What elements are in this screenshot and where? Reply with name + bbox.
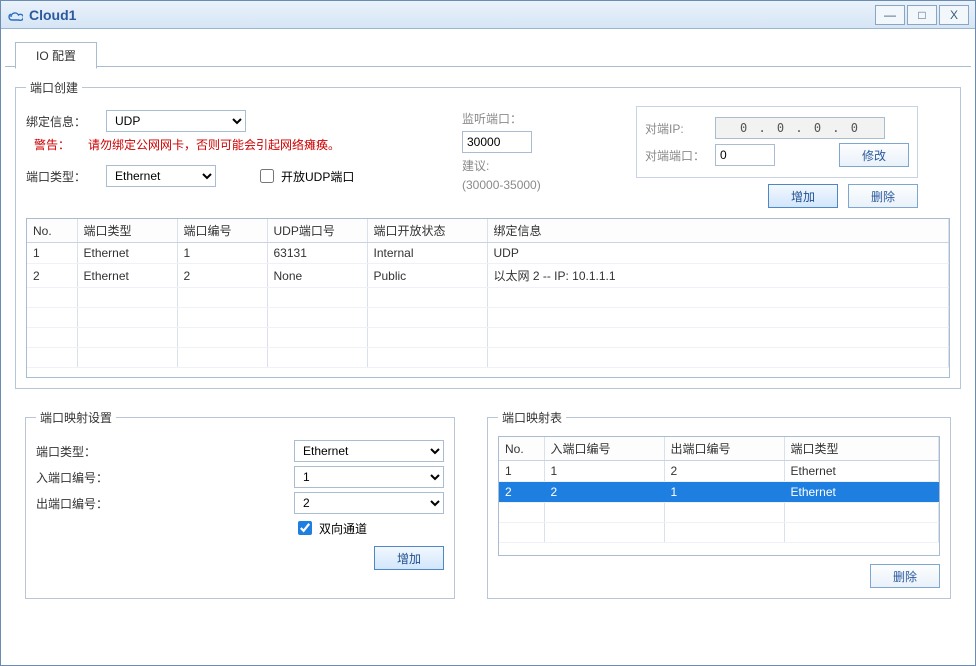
maximize-button[interactable]: □ [907,5,937,25]
tab-io-config[interactable]: IO 配置 [15,42,97,69]
close-button[interactable]: X [939,5,969,25]
table-row[interactable] [499,523,939,543]
warn-label: 警告： [34,136,84,153]
out-port-select[interactable]: 2 [294,492,444,514]
col-map-out: 出端口编号 [664,437,784,461]
table-row[interactable]: 1 Ethernet 1 63131 Internal UDP [27,243,949,264]
col-no: No. [27,219,77,243]
suggest-range: (30000-35000) [462,178,541,192]
port-create-middle: 监听端口： 建议: (30000-35000) [462,106,622,196]
map-table: No. 入端口编号 出端口编号 端口类型 1 1 2 Ethernet [499,437,939,543]
map-add-button[interactable]: 增加 [374,546,444,570]
port-add-button[interactable]: 增加 [768,184,838,208]
bind-info-select[interactable]: UDP [106,110,246,132]
minimize-button[interactable]: — [875,5,905,25]
in-port-label: 入端口编号： [36,469,146,486]
col-port-type: 端口类型 [77,219,177,243]
table-row[interactable] [27,328,949,348]
col-open-state: 端口开放状态 [367,219,487,243]
port-create-legend: 端口创建 [26,79,82,96]
port-type-label: 端口类型： [26,168,106,185]
bidir-checkbox-input[interactable] [298,521,312,535]
window-title: Cloud1 [29,7,873,23]
col-map-no: No. [499,437,544,461]
open-udp-port-checkbox[interactable]: 开放UDP端口 [256,166,354,186]
bidir-label: 双向通道 [319,520,367,537]
map-set-legend: 端口映射设置 [36,409,116,426]
in-port-select[interactable]: 1 [294,466,444,488]
titlebar[interactable]: Cloud1 — □ X [1,1,975,29]
open-udp-checkbox-input[interactable] [260,169,274,183]
modify-button[interactable]: 修改 [839,143,909,167]
table-row[interactable]: 1 1 2 Ethernet [499,461,939,482]
peer-port-input[interactable] [715,144,775,166]
tab-bar: IO 配置 [5,41,971,67]
port-mapping-table-group: 端口映射表 No. 入端口编号 出端口编号 端口类型 1 1 [487,409,951,599]
port-delete-button[interactable]: 删除 [848,184,918,208]
listen-port-label: 监听端口： [462,110,522,127]
map-delete-button[interactable]: 删除 [870,564,940,588]
col-port-no: 端口编号 [177,219,267,243]
map-port-type-select[interactable]: Ethernet [294,440,444,462]
table-row[interactable]: 2 Ethernet 2 None Public 以太网 2 -- IP: 10… [27,264,949,288]
client-area: IO 配置 端口创建 绑定信息： UDP 警告： 请勿绑定公网网卡，否则可能会引… [5,31,971,661]
listen-port-input[interactable] [462,131,532,153]
bind-info-label: 绑定信息： [26,113,106,130]
app-icon [7,7,23,23]
out-port-label: 出端口编号： [36,495,146,512]
peer-ip-input[interactable]: 0 . 0 . 0 . 0 [715,117,885,139]
map-table-legend: 端口映射表 [498,409,566,426]
table-row[interactable] [499,503,939,523]
port-table-scroll[interactable]: No. 端口类型 端口编号 UDP端口号 端口开放状态 绑定信息 1 Ether… [26,218,950,378]
warn-text: 请勿绑定公网网卡，否则可能会引起网络瘫痪。 [88,136,340,153]
table-row[interactable] [27,308,949,328]
map-table-header: No. 入端口编号 出端口编号 端口类型 [499,437,939,461]
col-udp-port: UDP端口号 [267,219,367,243]
map-port-type-label: 端口类型： [36,443,146,460]
port-table-header: No. 端口类型 端口编号 UDP端口号 端口开放状态 绑定信息 [27,219,949,243]
port-create-left: 绑定信息： UDP 警告： 请勿绑定公网网卡，否则可能会引起网络瘫痪。 端口类型… [26,106,456,191]
map-table-scroll[interactable]: No. 入端口编号 出端口编号 端口类型 1 1 2 Ethernet [498,436,940,556]
peer-ip-label: 对端IP: [645,120,715,137]
col-bind-info: 绑定信息 [487,219,949,243]
col-map-in: 入端口编号 [544,437,664,461]
app-window: Cloud1 — □ X IO 配置 端口创建 绑定信息： UDP [0,0,976,666]
bidir-checkbox[interactable]: 双向通道 [294,518,444,538]
col-map-type: 端口类型 [784,437,939,461]
port-mapping-settings-group: 端口映射设置 端口类型： Ethernet 入端口编号： 1 出端口编 [25,409,455,599]
table-row[interactable] [27,348,949,368]
open-udp-label: 开放UDP端口 [281,168,354,185]
port-create-group: 端口创建 绑定信息： UDP 警告： 请勿绑定公网网卡，否则可能会引起网络瘫痪。 [15,79,961,389]
suggest-label: 建议: [462,157,489,174]
table-row[interactable]: 2 2 1 Ethernet [499,482,939,503]
table-row[interactable] [27,288,949,308]
peer-port-label: 对端端口： [645,147,715,164]
port-table: No. 端口类型 端口编号 UDP端口号 端口开放状态 绑定信息 1 Ether… [27,219,949,368]
port-create-right: 对端IP: 0 . 0 . 0 . 0 对端端口： 修改 增加 删除 [628,106,918,208]
port-type-select[interactable]: Ethernet [106,165,216,187]
